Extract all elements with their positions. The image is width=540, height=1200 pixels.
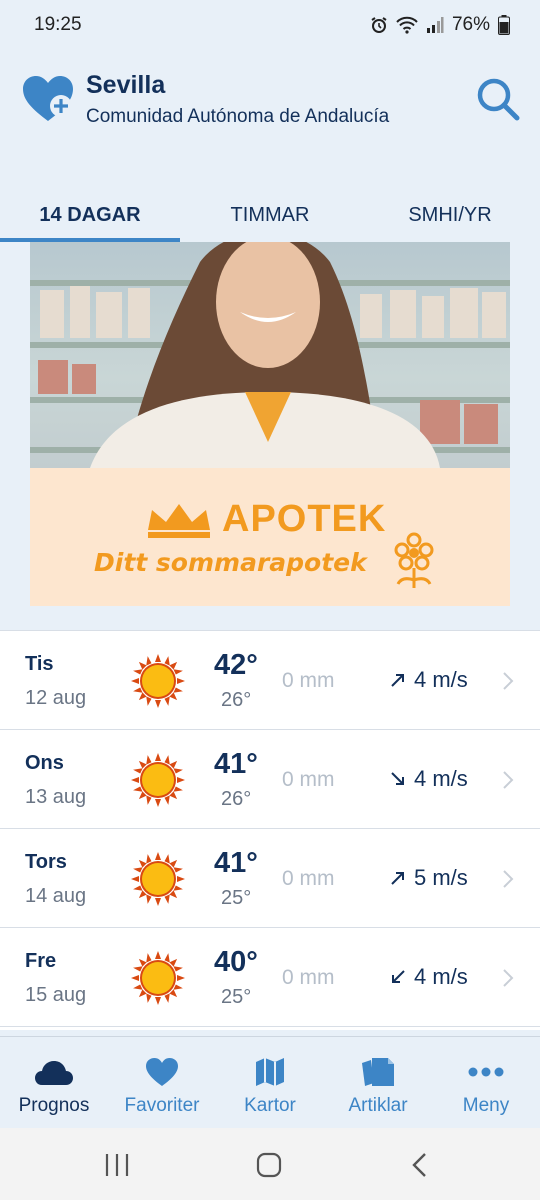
ad-photo: [30, 242, 510, 468]
back-icon[interactable]: [408, 1152, 434, 1178]
precipitation: 0 mm: [282, 768, 335, 791]
nav-label: Artiklar: [348, 1095, 408, 1116]
day-name: Ons: [25, 752, 64, 774]
map-icon: [256, 1058, 284, 1086]
nav-artiklar[interactable]: Artiklar: [324, 1037, 432, 1128]
battery-percent: 76%: [451, 14, 490, 35]
temp-high: 42°: [214, 649, 258, 681]
day-date: 15 aug: [25, 984, 87, 1006]
chevron-right-icon: [503, 969, 514, 987]
articles-icon: [362, 1058, 394, 1086]
region-name: Comunidad Autónoma de Andalucía: [86, 106, 390, 127]
precipitation: 0 mm: [282, 966, 335, 989]
location-header: Sevilla Comunidad Autónoma de Andalucía: [0, 55, 540, 145]
sun-icon: [131, 753, 185, 807]
forecast-row[interactable]: Ons 13 aug 41° 26° 0 mm 4 m/s: [0, 730, 540, 829]
forecast-list: Tis 12 aug 42° 26° 0 mm 4 m/s Ons 13 aug…: [0, 630, 540, 1030]
nav-label: Favoriter: [124, 1095, 200, 1116]
alarm-icon: [371, 17, 387, 33]
crown-icon: [148, 504, 210, 538]
wind: 4 m/s: [390, 667, 468, 693]
day-date: 12 aug: [25, 687, 87, 709]
recent-apps-icon[interactable]: [104, 1152, 130, 1178]
wind: 4 m/s: [390, 766, 468, 792]
forecast-row[interactable]: Fre 15 aug 40° 25° 0 mm 4 m/s: [0, 928, 540, 1027]
wind: 5 m/s: [390, 865, 468, 891]
chevron-right-icon: [503, 672, 514, 690]
advertisement-banner[interactable]: APOTEK Ditt sommarapotek: [30, 242, 510, 606]
more-icon: [468, 1067, 504, 1077]
day-name: Tis: [25, 653, 54, 675]
ad-brand-name: APOTEK: [222, 498, 387, 540]
home-icon[interactable]: [256, 1152, 282, 1178]
temp-low: 26°: [221, 689, 252, 711]
system-navigation-bar: [0, 1128, 540, 1200]
ad-brand-banner: APOTEK Ditt sommarapotek: [30, 468, 510, 606]
day-name: Fre: [25, 950, 57, 972]
status-bar: 19:25 76%: [0, 0, 540, 50]
tab-timmar[interactable]: TIMMAR: [180, 186, 360, 242]
forecast-row[interactable]: Tors 14 aug 41° 25° 0 mm 5 m/s: [0, 829, 540, 928]
battery-icon: [498, 15, 510, 35]
nav-prognos[interactable]: Prognos: [0, 1037, 108, 1128]
wind: 4 m/s: [390, 964, 468, 990]
temp-low: 26°: [221, 788, 252, 810]
sun-icon: [131, 852, 185, 906]
wifi-icon: [396, 16, 418, 34]
heart-icon: [146, 1058, 178, 1086]
nav-label: Prognos: [18, 1095, 90, 1116]
bottom-navigation: Prognos Favoriter Kartor Artiklar Meny: [0, 1036, 540, 1128]
signal-icon: [426, 17, 444, 33]
wind-direction-icon: [391, 872, 404, 885]
nav-label: Meny: [462, 1095, 510, 1116]
favorite-location-heart-icon[interactable]: [22, 75, 76, 123]
nav-favoriter[interactable]: Favoriter: [108, 1037, 216, 1128]
nav-kartor[interactable]: Kartor: [216, 1037, 324, 1128]
wind-speed: 5 m/s: [414, 865, 468, 890]
tab-14-dagar[interactable]: 14 DAGAR: [0, 186, 180, 242]
ad-slogan: Ditt sommarapotek: [94, 548, 367, 577]
day-date: 13 aug: [25, 786, 87, 808]
cloud-icon: [35, 1061, 73, 1085]
sun-icon: [131, 654, 185, 708]
flower-icon: [394, 532, 434, 588]
nav-label: Kartor: [244, 1095, 296, 1116]
day-name: Tors: [25, 851, 67, 873]
tab-smhi-yr[interactable]: SMHI/YR: [360, 186, 540, 242]
precipitation: 0 mm: [282, 867, 335, 890]
precipitation: 0 mm: [282, 669, 335, 692]
search-icon[interactable]: [474, 75, 522, 123]
wind-direction-icon: [391, 772, 404, 785]
forecast-row[interactable]: Tis 12 aug 42° 26° 0 mm 4 m/s: [0, 631, 540, 730]
wind-speed: 4 m/s: [414, 964, 468, 989]
temp-low: 25°: [221, 986, 252, 1008]
chevron-right-icon: [503, 771, 514, 789]
temp-high: 41°: [214, 748, 258, 780]
sun-icon: [131, 951, 185, 1005]
temp-low: 25°: [221, 887, 252, 909]
status-icons: 76%: [370, 14, 510, 36]
temp-high: 41°: [214, 847, 258, 879]
wind-direction-icon: [392, 970, 405, 983]
wind-speed: 4 m/s: [414, 766, 468, 791]
forecast-tabs: 14 DAGAR TIMMAR SMHI/YR: [0, 186, 540, 242]
city-name: Sevilla: [86, 71, 166, 99]
chevron-right-icon: [503, 870, 514, 888]
temp-high: 40°: [214, 946, 258, 978]
day-date: 14 aug: [25, 885, 87, 907]
wind-speed: 4 m/s: [414, 667, 468, 692]
nav-meny[interactable]: Meny: [432, 1037, 540, 1128]
status-time: 19:25: [34, 14, 82, 35]
wind-direction-icon: [391, 674, 404, 687]
